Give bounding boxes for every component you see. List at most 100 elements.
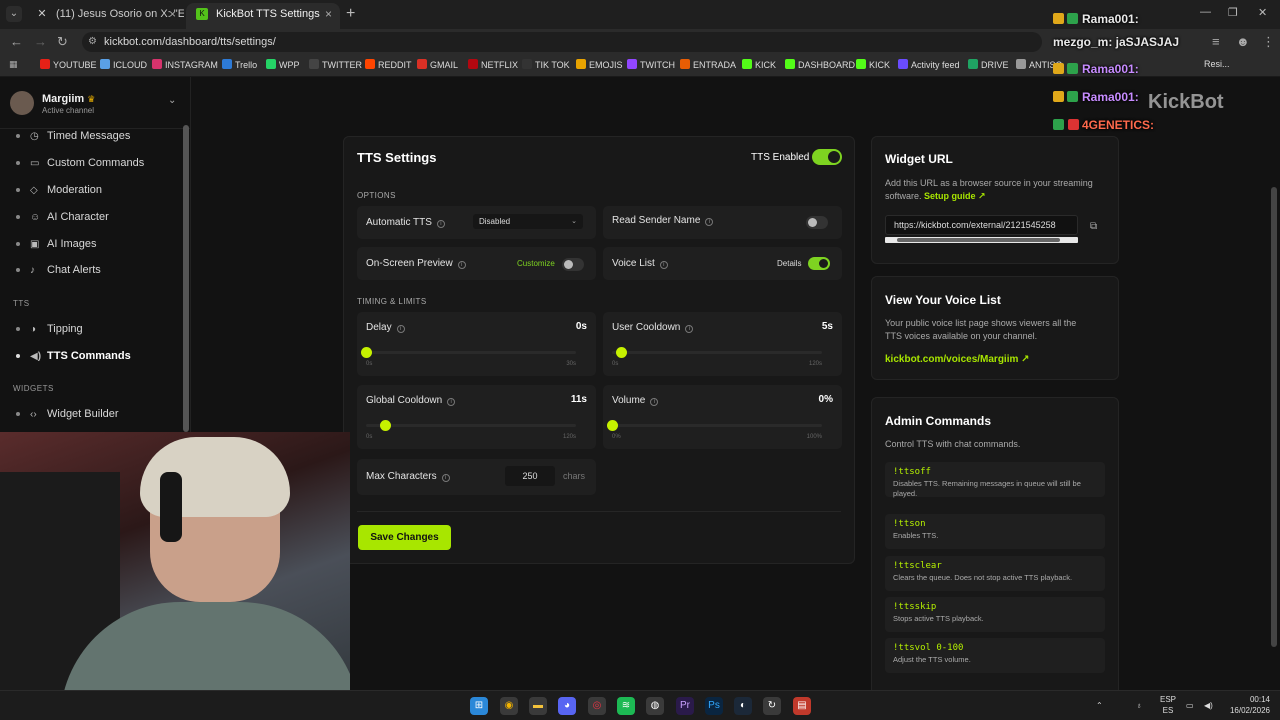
sidebar-item-tts-commands[interactable]: ◀) TTS Commands <box>30 350 131 362</box>
info-icon[interactable]: i <box>441 474 450 482</box>
sidebar-item-moderation[interactable]: ◇ Moderation <box>30 184 102 196</box>
info-icon[interactable]: i <box>685 325 694 333</box>
info-icon[interactable]: i <box>447 398 456 406</box>
bookmark-netflix[interactable]: NETFLIX <box>468 59 518 70</box>
customize-link[interactable]: Customize <box>517 259 555 268</box>
close-window-icon[interactable]: ✕ <box>1258 6 1267 19</box>
setup-guide-link[interactable]: Setup guide <box>924 191 976 201</box>
bookmark-resi[interactable]: Resi... <box>1204 59 1230 69</box>
bookmark-reddit[interactable]: REDDIT <box>365 59 412 70</box>
horizontal-scrollbar[interactable] <box>885 237 1078 243</box>
bookmark-twitter[interactable]: TWITTER <box>309 59 362 70</box>
extensions-icon[interactable]: ≡ <box>1212 34 1220 49</box>
app-icon-2[interactable]: ↻ <box>763 697 781 715</box>
info-icon[interactable]: i <box>659 261 668 269</box>
clock[interactable]: 00:14 16/02/2026 <box>1224 694 1270 716</box>
info-icon[interactable]: i <box>705 218 714 226</box>
sidebar-item-custom-commands[interactable]: ▭ Custom Commands <box>30 157 144 169</box>
user-cooldown-min: 0s <box>612 361 619 367</box>
automatic-tts-select[interactable]: Disabled ⌄ <box>473 214 583 229</box>
site-info-icon[interactable]: ⚙ <box>88 32 97 52</box>
spotify-icon[interactable]: ≋ <box>617 697 635 715</box>
bookmark-dashboard[interactable]: DASHBOARD <box>785 59 855 70</box>
close-icon[interactable]: × <box>169 3 176 25</box>
bookmark-instagram[interactable]: INSTAGRAM <box>152 59 218 70</box>
photoshop-icon[interactable]: Ps <box>705 697 723 715</box>
folder-icon[interactable]: ▬ <box>529 697 547 715</box>
maximize-icon[interactable]: ❐ <box>1228 6 1238 19</box>
voice-list-link[interactable]: kickbot.com/voices/Margiim ↗ <box>885 353 1095 366</box>
bookmark-twitch[interactable]: TWITCH <box>627 59 675 70</box>
tray-chevron-icon[interactable]: ⌃ <box>1096 700 1103 711</box>
bookmark-kick[interactable]: KICK <box>742 59 776 70</box>
sidebar-item-timed-messages[interactable]: ◷ Timed Messages <box>30 130 130 142</box>
widget-url-field[interactable]: https://kickbot.com/external/2121545258 <box>885 215 1078 235</box>
delay-label: Delay <box>366 322 392 333</box>
voice-list-field: Voice List i Details <box>603 247 842 280</box>
new-tab-button[interactable]: + <box>346 5 355 23</box>
bookmark-kick-2[interactable]: KICK <box>856 59 890 70</box>
tab-kickbot[interactable]: K KickBot TTS Settings × <box>186 3 340 29</box>
minimize-icon[interactable]: — <box>1200 6 1211 18</box>
obs-icon[interactable]: ◍ <box>646 697 664 715</box>
details-link[interactable]: Details <box>777 259 801 268</box>
bookmark-gmail[interactable]: GMAIL <box>417 59 458 70</box>
app-icon[interactable]: ◎ <box>588 697 606 715</box>
sidebar-item-tipping[interactable]: ◑ Tipping <box>30 323 83 335</box>
voice-list-toggle[interactable] <box>808 257 830 270</box>
on-screen-preview-toggle[interactable] <box>562 258 584 271</box>
tts-enabled-toggle[interactable] <box>812 149 842 165</box>
back-icon[interactable]: ← <box>10 34 23 49</box>
max-characters-input[interactable]: 250 <box>505 466 555 486</box>
user-cooldown-value: 5s <box>821 321 833 332</box>
voicemod-icon[interactable]: ▤ <box>793 697 811 715</box>
info-icon[interactable]: i <box>436 220 445 228</box>
bell-icon: ♪ <box>30 265 35 276</box>
bookmark-tiktok[interactable]: TIK TOK <box>522 59 570 70</box>
bookmark-drive[interactable]: DRIVE <box>968 59 1009 70</box>
address-bar[interactable]: ⚙ kickbot.com/dashboard/tts/settings/ <box>82 32 1042 52</box>
forward-icon[interactable]: → <box>34 34 47 49</box>
delay-slider[interactable]: 0s 30s <box>361 346 576 372</box>
bookmark-icloud[interactable]: ICLOUD <box>100 59 147 70</box>
chevron-down-icon[interactable]: ⌄ <box>168 95 176 106</box>
bookmark-entrada[interactable]: ENTRADA <box>680 59 736 70</box>
network-icon[interactable]: ▭ <box>1186 700 1194 711</box>
read-sender-toggle[interactable] <box>806 216 828 229</box>
info-icon[interactable]: i <box>650 398 659 406</box>
channel-selector[interactable]: Margiim ♛ Active channel ⌄ <box>0 77 191 129</box>
sidebar-item-ai-character[interactable]: ☺ AI Character <box>30 211 109 223</box>
menu-icon[interactable]: ⋮ <box>1262 34 1275 50</box>
language-indicator[interactable]: ESP ES <box>1160 694 1176 716</box>
bookmark-emojis[interactable]: EMOJIS <box>576 59 623 70</box>
discord-icon[interactable]: ◕ <box>558 697 576 715</box>
bookmark-youtube[interactable]: YOUTUBE <box>40 59 97 70</box>
steam-icon[interactable]: ◐ <box>734 697 752 715</box>
copy-icon[interactable]: ⧉ <box>1090 221 1100 232</box>
start-icon[interactable]: ⊞ <box>470 697 488 715</box>
bookmark-activity-feed[interactable]: Activity feed <box>898 59 960 70</box>
volume-slider[interactable]: 0% 100% <box>607 419 822 445</box>
close-icon[interactable]: × <box>325 3 332 25</box>
info-icon[interactable]: i <box>396 325 405 333</box>
apps-icon[interactable]: ▦ <box>9 59 18 70</box>
info-icon[interactable]: i <box>457 261 466 269</box>
profile-icon[interactable]: ☻ <box>1236 34 1250 49</box>
sidebar-item-widget-builder[interactable]: ‹› Widget Builder <box>30 408 119 420</box>
mic-icon[interactable]: ♁ <box>1136 700 1142 711</box>
sidebar-item-ai-images[interactable]: ▣ AI Images <box>30 238 97 250</box>
tab-search-icon[interactable]: ⌄ <box>6 6 22 22</box>
global-cooldown-slider[interactable]: 0s 120s <box>366 419 576 445</box>
user-cooldown-slider[interactable]: 0s 120s <box>612 346 822 372</box>
chrome-icon[interactable]: ◉ <box>500 697 518 715</box>
reload-icon[interactable]: ↻ <box>57 34 68 50</box>
sidebar-item-chat-alerts[interactable]: ♪ Chat Alerts <box>30 264 101 276</box>
volume-icon[interactable]: ◀) <box>1204 700 1213 711</box>
premiere-icon[interactable]: Pr <box>676 697 694 715</box>
tab-x[interactable]: ✕ (11) Jesus Osorio on X: "Esta ch × <box>26 3 184 29</box>
save-changes-button[interactable]: Save Changes <box>358 525 451 550</box>
bookmark-wpp[interactable]: WPP <box>266 59 300 70</box>
main-scrollbar[interactable] <box>1271 187 1277 647</box>
sidebar-scrollbar[interactable] <box>183 125 189 432</box>
bookmark-trello[interactable]: Trello <box>222 59 257 70</box>
